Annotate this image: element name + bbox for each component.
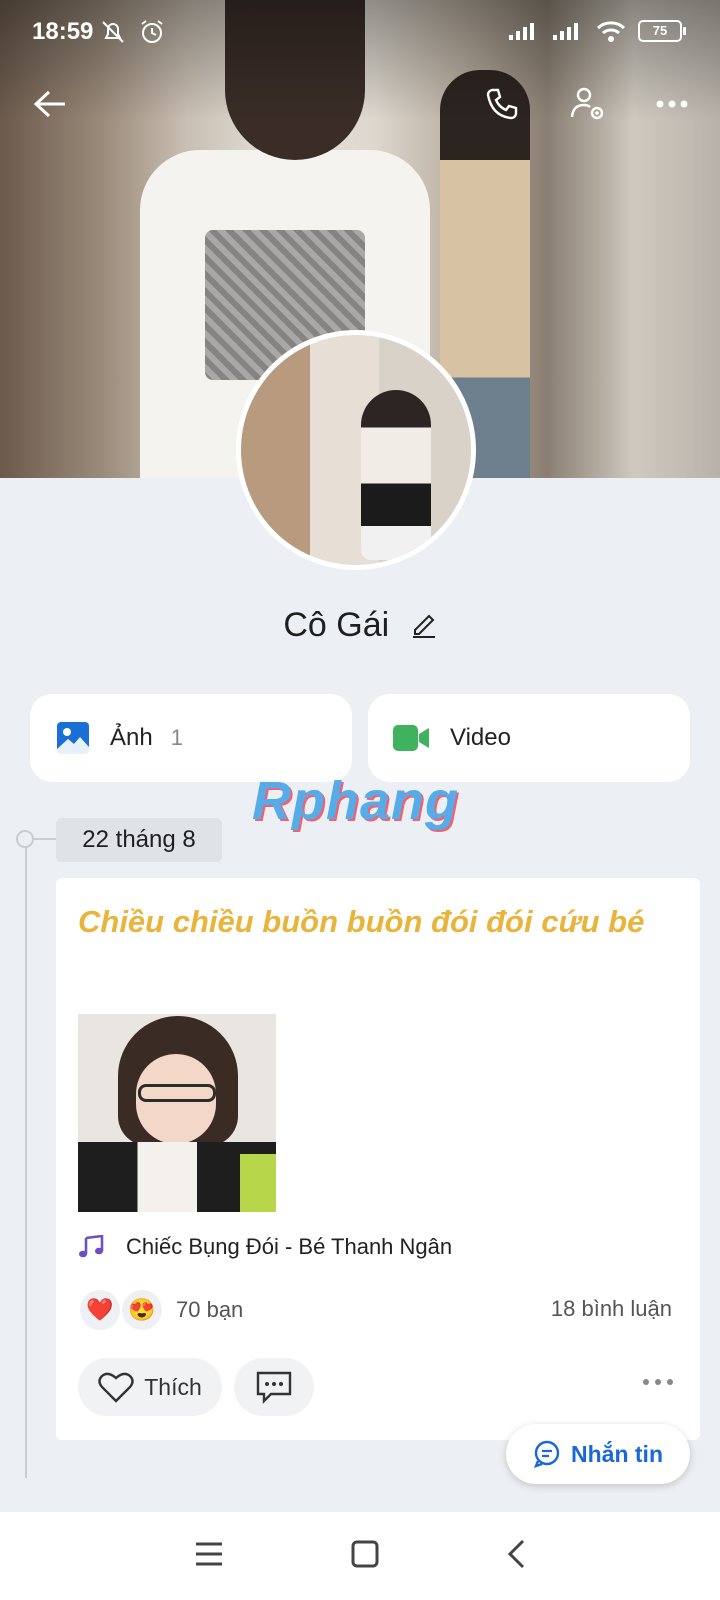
watermark: Rphang (252, 771, 459, 831)
signal-icon (553, 23, 578, 40)
timeline-line (25, 840, 27, 1478)
edit-name-button[interactable] (411, 608, 437, 647)
photos-label: Ảnh (110, 724, 153, 751)
post-music[interactable]: Chiếc Bụng Đói - Bé Thanh Ngân (78, 1234, 452, 1260)
reaction-summary[interactable]: ❤️ 😍 70 bạn (80, 1290, 243, 1330)
profile-name: Cô Gái (283, 606, 390, 644)
video-icon (393, 725, 429, 751)
music-title: Chiếc Bụng Đói - Bé Thanh Ngân (126, 1234, 453, 1259)
recent-apps-button[interactable] (194, 1541, 224, 1572)
love-eyes-reaction-icon: 😍 (122, 1290, 162, 1330)
like-label: Thích (144, 1373, 202, 1400)
user-settings-icon (570, 87, 604, 120)
timeline-connector (32, 838, 56, 840)
photos-tile[interactable]: Ảnh 1 (30, 694, 352, 782)
square-icon (351, 1540, 379, 1567)
battery-icon: 75 (638, 20, 686, 42)
post-more-button[interactable] (642, 1374, 674, 1392)
avatar[interactable] (236, 330, 476, 570)
heart-reaction-icon: ❤️ (80, 1290, 120, 1330)
photo-background (240, 1154, 276, 1212)
status-bar: 18:59 75 (0, 0, 720, 66)
photo-figure (138, 1084, 216, 1102)
back-button[interactable] (26, 80, 74, 128)
more-options-button[interactable] (648, 80, 696, 128)
profile-settings-button[interactable] (564, 80, 612, 128)
comment-count[interactable]: 18 bình luận (551, 1296, 672, 1322)
wifi-icon (596, 21, 626, 42)
comment-button[interactable] (234, 1358, 314, 1416)
system-nav-bar (0, 1512, 720, 1600)
status-icons-right: 75 (508, 20, 686, 42)
menu-icon (195, 1542, 222, 1565)
post-card[interactable]: Chiều chiều buồn buồn đói đói cứu bé Chi… (56, 878, 700, 1440)
image-icon (57, 722, 89, 754)
comment-icon (256, 1371, 292, 1404)
status-time: 18:59 (32, 18, 94, 45)
more-icon (656, 100, 688, 108)
pencil-icon (412, 614, 435, 638)
photos-count: 1 (170, 725, 183, 750)
avatar-figure (361, 390, 431, 560)
videos-label: Video (450, 724, 511, 751)
phone-icon (486, 88, 518, 120)
home-button[interactable] (351, 1540, 379, 1573)
videos-tile[interactable]: Video (368, 694, 690, 782)
back-arrow-icon (33, 90, 65, 118)
more-icon (643, 1379, 673, 1385)
timeline-date: 22 tháng 8 (56, 818, 222, 862)
heart-icon (98, 1372, 134, 1403)
post-title: Chiều chiều buồn buồn đói đói cứu bé (78, 904, 645, 939)
mute-icon (102, 21, 124, 43)
status-icons-left (98, 18, 166, 46)
chat-icon (533, 1440, 560, 1468)
call-button[interactable] (478, 80, 526, 128)
system-back-button[interactable] (506, 1539, 526, 1574)
profile-name-row: Cô Gái (0, 606, 720, 647)
back-chevron-icon (508, 1539, 525, 1568)
message-button[interactable]: Nhắn tin (506, 1424, 690, 1484)
post-photo[interactable] (78, 1014, 276, 1212)
like-button[interactable]: Thích (78, 1358, 222, 1416)
reaction-count: 70 bạn (176, 1297, 244, 1322)
message-label: Nhắn tin (571, 1440, 663, 1467)
signal-icon (509, 23, 534, 40)
alarm-icon (141, 20, 163, 43)
music-note-icon (79, 1235, 104, 1258)
top-nav (0, 80, 720, 130)
